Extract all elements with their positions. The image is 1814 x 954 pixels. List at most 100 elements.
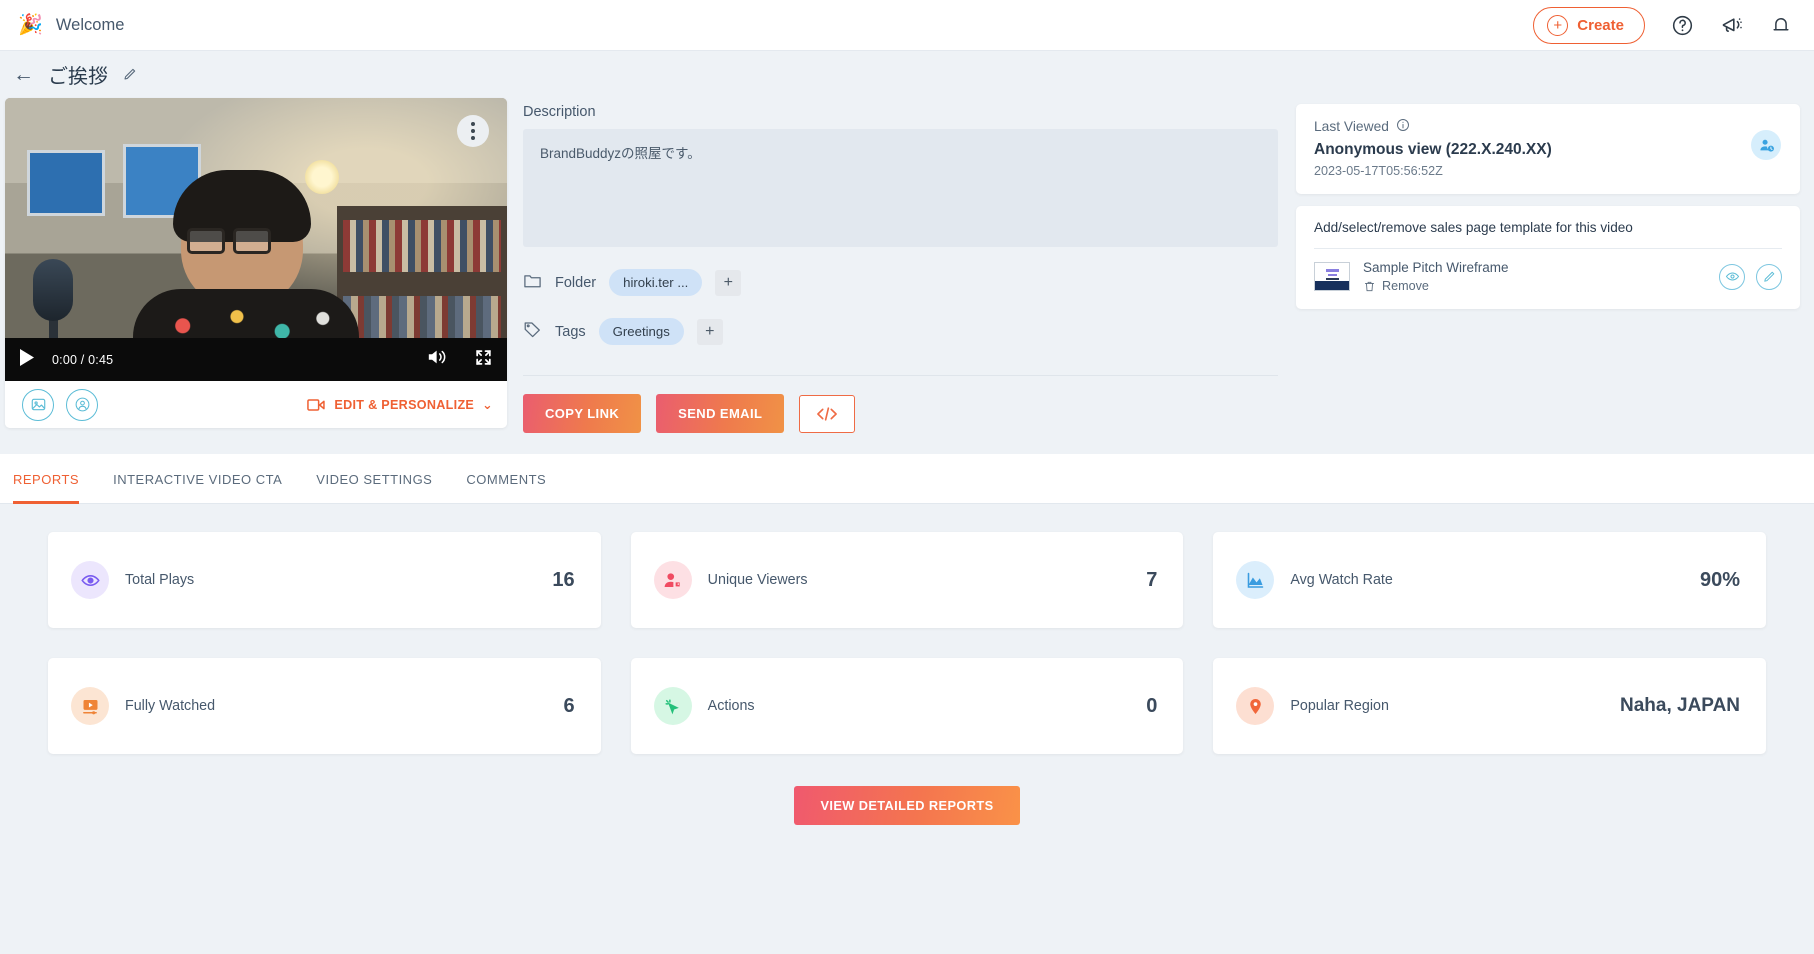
megaphone-icon[interactable] (1720, 13, 1744, 37)
stat-label: Avg Watch Rate (1290, 572, 1393, 588)
video-menu-button[interactable] (457, 115, 489, 147)
share-actions: COPY LINK SEND EMAIL (523, 394, 1278, 433)
stat-card-total-plays: Total Plays 16 (48, 532, 601, 628)
pencil-icon[interactable] (122, 67, 137, 82)
stat-label: Total Plays (125, 572, 195, 588)
tab-video-settings[interactable]: VIDEO SETTINGS (316, 454, 432, 504)
user-tag-icon (653, 561, 692, 599)
folder-chip[interactable]: hiroki.ter ... (609, 269, 703, 296)
stats-row-1: Total Plays 16 Unique Viewers 7 Avg Watc… (48, 532, 1767, 628)
edit-template-button[interactable] (1756, 263, 1782, 290)
last-viewed-timestamp: 2023-05-17T05:56:52Z (1314, 164, 1443, 178)
volume-icon[interactable] (426, 347, 448, 372)
tags-row: Tags Greetings + (523, 318, 1278, 345)
last-viewer-name: Anonymous view (222.X.240.XX) (1314, 141, 1552, 158)
click-icon (653, 687, 692, 725)
description-text[interactable]: BrandBuddyzの照屋です。 (523, 129, 1278, 247)
create-button[interactable]: + Create (1533, 6, 1645, 44)
video-details-area: 0:00 / 0:45 EDIT & PERSONALIZE ⌄ Descrip… (0, 98, 1814, 433)
chevron-down-icon: ⌄ (482, 398, 493, 412)
add-folder-button[interactable]: + (715, 269, 742, 296)
tab-comments[interactable]: COMMENTS (466, 454, 546, 504)
template-thumbnail (1314, 262, 1350, 291)
description-label: Description (523, 104, 596, 120)
map-pin-icon (1236, 687, 1275, 725)
player-controls: 0:00 / 0:45 (5, 338, 507, 381)
create-button-label: Create (1577, 16, 1624, 34)
embed-code-button[interactable] (799, 394, 856, 433)
preview-template-button[interactable] (1719, 263, 1745, 290)
tab-bar: REPORTS INTERACTIVE VIDEO CTA VIDEO SETT… (0, 454, 1814, 504)
party-popper-icon: 🎉 (18, 14, 43, 36)
remove-label: Remove (1382, 279, 1429, 293)
stat-value: 0 (1146, 694, 1158, 717)
stat-label: Fully Watched (125, 698, 216, 714)
brand-title: Welcome (55, 15, 125, 34)
video-play-icon (71, 687, 109, 725)
video-card: 0:00 / 0:45 EDIT & PERSONALIZE ⌄ (5, 98, 507, 428)
stat-label: Actions (707, 698, 755, 714)
tag-icon (523, 320, 542, 343)
tab-reports[interactable]: REPORTS (13, 454, 80, 504)
edit-personalize-label: EDIT & PERSONALIZE (334, 397, 475, 412)
top-bar: 🎉 Welcome + Create (0, 0, 1814, 51)
stat-card-fully-watched: Fully Watched 6 (48, 658, 601, 754)
footer-actions: VIEW DETAILED REPORTS (48, 784, 1766, 825)
video-toolbar: EDIT & PERSONALIZE ⌄ (5, 381, 507, 428)
stat-value: 16 (552, 568, 575, 591)
folder-row: Folder hiroki.ter ... + (523, 269, 1278, 296)
stat-value: 90% (1699, 568, 1741, 591)
template-card-heading: Add/select/remove sales page template fo… (1314, 220, 1633, 235)
info-icon[interactable] (1396, 118, 1410, 135)
stat-card-unique-viewers: Unique Viewers 7 (630, 532, 1184, 628)
wall-art-left (27, 150, 105, 216)
stat-value: 7 (1146, 568, 1158, 591)
play-icon[interactable] (19, 348, 36, 372)
fullscreen-icon[interactable] (474, 348, 493, 372)
tab-interactive-video-cta[interactable]: INTERACTIVE VIDEO CTA (113, 454, 282, 504)
tag-chip[interactable]: Greetings (598, 318, 684, 345)
stat-card-actions: Actions 0 (630, 658, 1184, 754)
back-button[interactable]: ← (13, 64, 34, 85)
edit-and-personalize-button[interactable]: EDIT & PERSONALIZE ⌄ (307, 397, 493, 412)
add-tag-button[interactable]: + (696, 318, 723, 345)
page-title: ご挨拶 (48, 66, 108, 88)
trash-icon (1364, 281, 1375, 291)
help-circle-icon[interactable] (1671, 14, 1694, 37)
video-camera-icon (307, 398, 326, 411)
sales-page-template-card: Add/select/remove sales page template fo… (1296, 206, 1800, 309)
breadcrumb: ← ご挨拶 (0, 51, 1814, 98)
stat-label: Popular Region (1290, 698, 1389, 714)
stat-value: Naha, JAPAN (1620, 695, 1741, 716)
send-email-button[interactable]: SEND EMAIL (656, 394, 785, 433)
copy-link-button[interactable]: COPY LINK (523, 394, 642, 433)
image-icon[interactable] (22, 388, 54, 421)
divider (523, 375, 1278, 376)
stat-card-avg-watch-rate: Avg Watch Rate 90% (1213, 532, 1767, 628)
top-bar-actions: + Create (1533, 6, 1792, 44)
stat-label: Unique Viewers (707, 572, 808, 588)
folder-icon (523, 272, 542, 294)
folder-label: Folder (555, 274, 597, 291)
user-clock-icon (1751, 130, 1781, 160)
bell-icon[interactable] (1770, 14, 1792, 36)
video-player[interactable]: 0:00 / 0:45 (5, 98, 507, 381)
template-name: Sample Pitch Wireframe (1363, 260, 1509, 275)
tags-label: Tags (555, 323, 586, 340)
details-column: Description BrandBuddyzの照屋です。 Folder hir… (507, 98, 1296, 433)
insights-column: Last Viewed Anonymous view (222.X.240.XX… (1296, 98, 1814, 433)
time-display: 0:00 / 0:45 (52, 352, 114, 367)
reports-stats: Total Plays 16 Unique Viewers 7 Avg Watc… (0, 504, 1814, 825)
stat-card-popular-region: Popular Region Naha, JAPAN (1213, 658, 1767, 754)
eye-icon (71, 561, 109, 599)
avatar-overlay-icon[interactable] (66, 388, 98, 421)
stat-value: 6 (563, 694, 575, 717)
template-row: Sample Pitch Wireframe Remove (1314, 260, 1782, 293)
view-detailed-reports-button[interactable]: VIEW DETAILED REPORTS (794, 786, 1020, 825)
remove-template-button[interactable]: Remove (1363, 279, 1509, 293)
stats-row-2: Fully Watched 6 Actions 0 Popular Region (48, 658, 1767, 754)
last-viewed-label: Last Viewed (1314, 119, 1389, 134)
brand: 🎉 Welcome (18, 15, 124, 35)
area-chart-icon (1236, 561, 1275, 599)
plus-icon: + (1547, 14, 1569, 36)
